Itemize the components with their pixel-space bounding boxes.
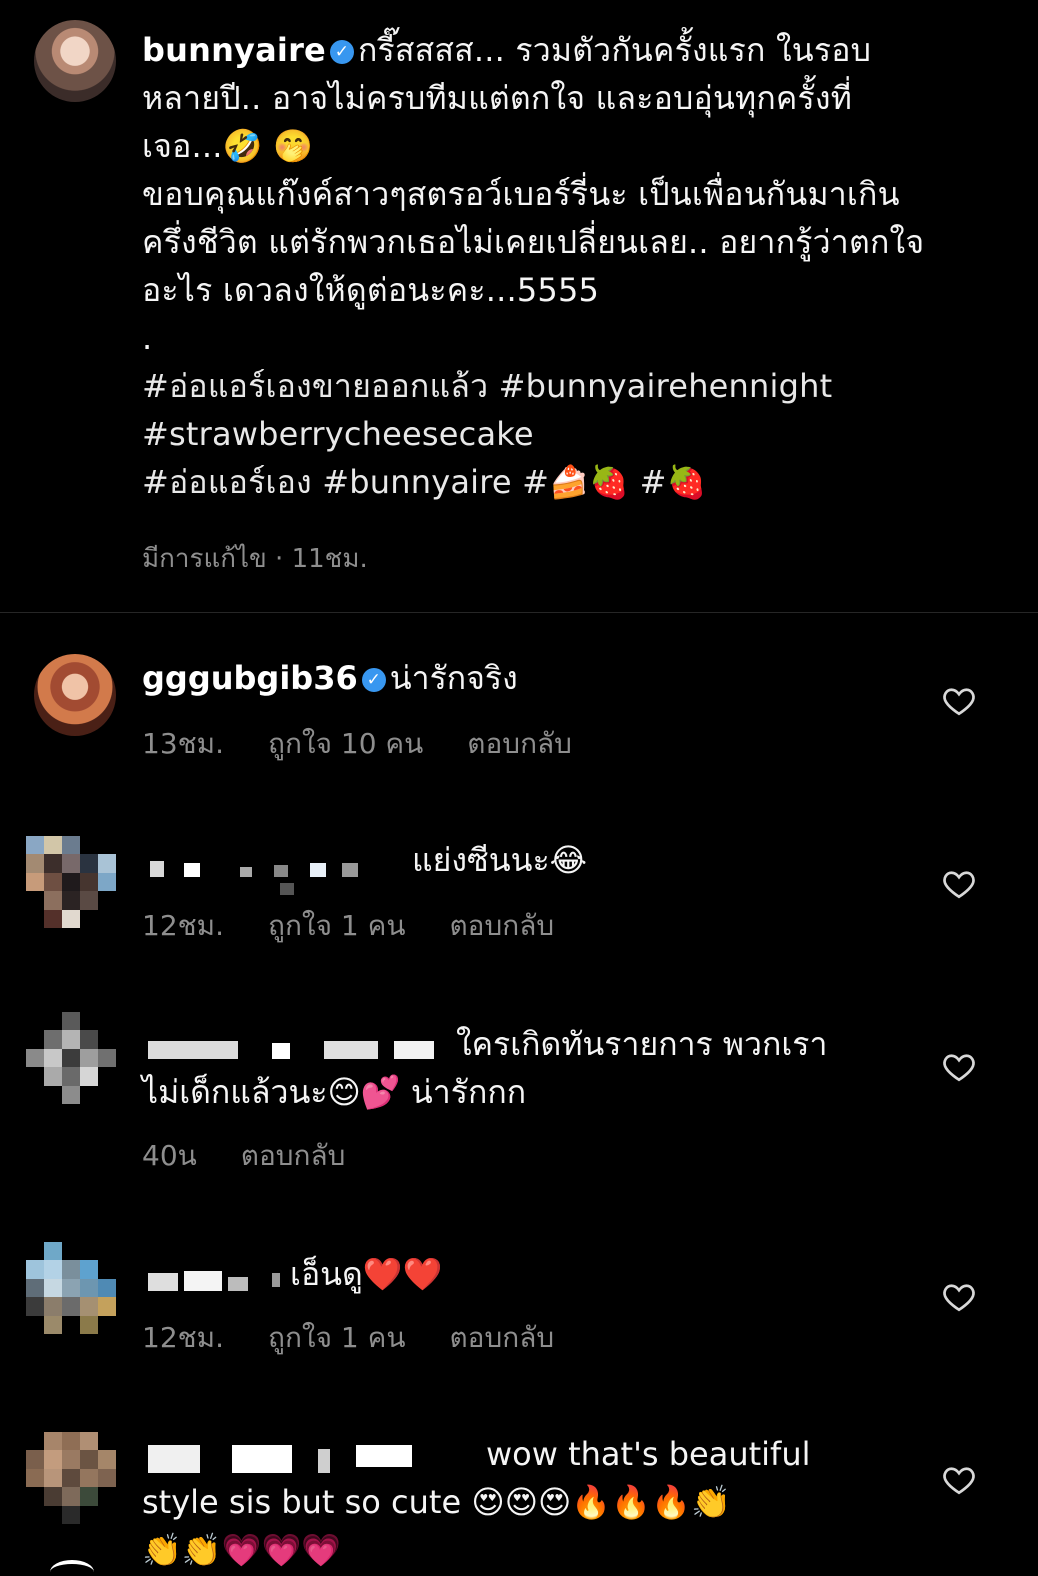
comment-3-body-line-1: ใครเกิดทันรายการ พวกเรา [456,1025,828,1063]
blurred-username[interactable] [142,845,412,895]
comment-4-text: เอ็นดู❤️❤️ [142,1250,902,1298]
caption-line-5: ครึ่งชีวิต แต่รักพวกเธอไม่เคยเปลี่ยนเลย.… [142,223,925,261]
comment-3-meta: 40น ตอบกลับ [142,1134,389,1178]
caption-line-1: กรี๊สสสส... รวมตัวกันครั้งแรก ในรอบ [357,31,872,69]
comment-1-text: gggubgib36 ✓ น่ารักจริง [142,654,902,702]
divider [0,612,1038,613]
comment-4-reply[interactable]: ตอบกลับ [449,1321,554,1354]
comment-2-body: แย่งซีนนะ😂 [412,841,588,879]
heart-outline-icon[interactable] [941,1462,977,1498]
caption-line-6: อะไร เดวลงให้ดูต่อนะคะ...5555 [142,271,600,309]
comment-1-body: น่ารักจริง [389,659,518,697]
comment-2-meta: 12ชม. ถูกใจ 1 คน ตอบกลับ [142,904,598,948]
comment-3-body-line-2: ไม่เด็กแล้วนะ😊💕 น่ารักกก [142,1073,527,1111]
comment-3-reply[interactable]: ตอบกลับ [241,1139,346,1172]
blurred-username[interactable] [142,1259,290,1293]
caption-line-7: . [142,319,153,357]
hashtag-line-3[interactable]: #อ่อแอร์เอง #bunnyaire #🍰🍓 #🍓 [142,458,1002,506]
heart-outline-icon[interactable] [941,1049,977,1085]
verified-badge-icon: ✓ [329,40,354,64]
comment-2-text: แย่งซีนนะ😂 [142,836,902,895]
comment-2-likes[interactable]: ถูกใจ 1 คน [268,909,405,942]
avatar-gggubgib36[interactable] [34,654,116,736]
verified-badge-icon: ✓ [361,668,386,692]
comment-2-time: 12ชม. [142,909,224,942]
caption-text: bunnyaire ✓ กรี๊สสสส... รวมตัวกันครั้งแรก … [142,26,1002,506]
comment-4-time: 12ชม. [142,1321,224,1354]
comment-4-likes[interactable]: ถูกใจ 1 คน [268,1321,405,1354]
avatar-pixelated[interactable] [26,1432,116,1524]
caption-line-2: หลายปี.. อาจไม่ครบทีมแต่ตกใจ และอบอุ่นทุ… [142,79,853,117]
comment-1-username[interactable]: gggubgib36 [142,659,358,697]
comment-2-reply[interactable]: ตอบกลับ [449,909,554,942]
blurred-username[interactable] [142,1029,456,1063]
heart-outline-icon[interactable] [941,866,977,902]
hashtag-line-2[interactable]: #strawberrycheesecake [142,410,1002,458]
avatar-pixelated[interactable] [26,836,116,928]
avatar-bunnyaire[interactable] [34,20,116,102]
comment-1-meta: 13ชม. ถูกใจ 10 คน ตอบกลับ [142,722,616,766]
comment-1-likes[interactable]: ถูกใจ 10 คน [268,727,423,760]
next-avatar-edge [50,1560,94,1576]
caption-meta: มีการแก้ไข · 11ชม. [142,544,368,574]
avatar-pixelated[interactable] [26,1242,116,1334]
avatar-pixelated[interactable] [26,1012,116,1104]
blurred-username[interactable] [142,1439,486,1473]
comment-3-time: 40น [142,1139,197,1172]
comment-1-time: 13ชม. [142,727,224,760]
caption-username[interactable]: bunnyaire [142,31,326,69]
hashtag-line-1[interactable]: #อ่อแอร์เองขายออกแล้ว #bunnyairehennight [142,362,1002,410]
comment-3-text: ใครเกิดทันรายการ พวกเรา ไม่เด็กแล้วนะ😊💕 … [142,1020,902,1116]
comment-5-text: wow that's beautiful style sis but so cu… [142,1430,922,1574]
caption-line-4: ขอบคุณแก๊งค์สาวๆสตรอว์เบอร์รี่นะ เป็นเพื… [142,175,900,213]
comment-5-body-line-3: 👏👏💗💗💗 [142,1531,342,1569]
comment-5-body-line-2: style sis but so cute 😍😍😍🔥🔥🔥👏 [142,1483,731,1521]
heart-outline-icon[interactable] [941,683,977,719]
heart-outline-icon[interactable] [941,1279,977,1315]
comment-4-body: เอ็นดู❤️❤️ [290,1255,443,1293]
comment-4-meta: 12ชม. ถูกใจ 1 คน ตอบกลับ [142,1316,598,1360]
comment-1-reply[interactable]: ตอบกลับ [467,727,572,760]
caption-line-3: เจอ...🤣 🤭 [142,127,314,165]
caption-section: bunnyaire ✓ กรี๊สสสส... รวมตัวกันครั้งแรก … [0,0,1038,612]
comment-5-body-line-1: wow that's beautiful [486,1435,811,1473]
